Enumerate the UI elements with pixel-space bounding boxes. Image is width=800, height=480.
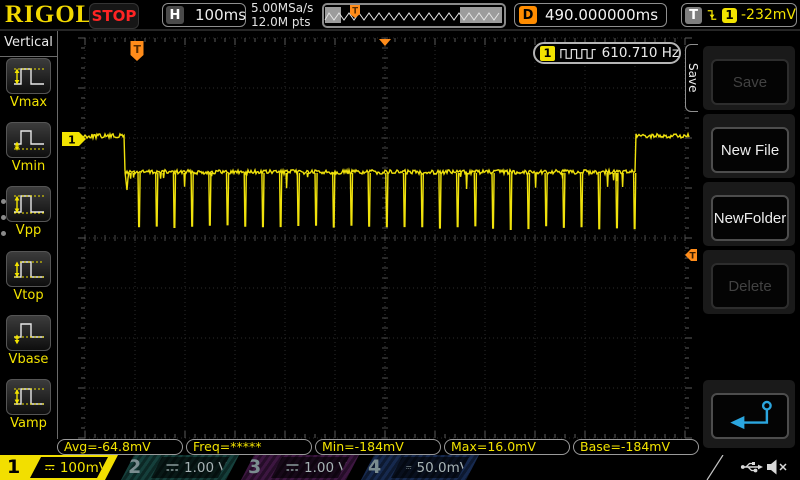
vamp-icon [6, 379, 51, 415]
menu-page-dot [1, 199, 6, 204]
top-status-bar: RIGOL STOP H 100ms 5.00MSa/s 12.0M pts T… [0, 0, 800, 31]
measure-item-label: Vtop [6, 288, 51, 303]
trigger-position-marker[interactable]: T [131, 41, 144, 61]
vmax-icon [6, 58, 51, 94]
svg-text:1: 1 [68, 134, 76, 147]
menu-page-dot [1, 231, 6, 236]
status-icons [697, 455, 800, 480]
vmin-icon [6, 122, 51, 158]
run-state-indicator: STOP [89, 3, 139, 29]
svg-text:T: T [134, 43, 142, 56]
save-soft-menu: Save Save New File NewFolder Delete [697, 31, 800, 439]
speaker-muted-icon [767, 460, 786, 475]
measure-item-label: Vmax [6, 95, 51, 110]
measure-item-vamp[interactable]: Vamp [6, 379, 51, 431]
vtop-icon [6, 251, 51, 287]
trigger-badge: T [685, 7, 702, 24]
preview-strip: T [324, 5, 504, 25]
falling-edge-icon [706, 6, 718, 24]
measurement-base: Base=-184mV [573, 439, 699, 455]
measure-item-label: Vamp [6, 416, 51, 431]
channel-3-tab[interactable]: 3 1.00 V [241, 455, 360, 480]
channel-scale-box: 1.00 V [271, 457, 349, 478]
ch1-level-marker[interactable]: 1 [62, 132, 86, 147]
measure-item-label: Vbase [6, 352, 51, 367]
dc-coupling-icon [166, 463, 179, 472]
trigger-level-value: -232mV [741, 7, 796, 23]
horizontal-center-indicator[interactable] [379, 39, 391, 46]
measure-item-vbase[interactable]: Vbase [6, 315, 51, 367]
measure-item-label: Vmin [6, 159, 51, 174]
channel-4-tab[interactable]: 4 50.0mV [361, 455, 480, 480]
delay-badge: D [519, 6, 537, 24]
dc-coupling-icon [406, 463, 412, 472]
channel-1-tab[interactable]: 1 100mV [0, 455, 119, 480]
new-folder-button[interactable]: NewFolder [711, 195, 789, 241]
channel-scale: 1.00 V [184, 460, 228, 476]
oscilloscope-screen: RIGOL STOP H 100ms 5.00MSa/s 12.0M pts T… [0, 0, 800, 480]
horizontal-timebase-box[interactable]: H 100ms [162, 3, 246, 27]
channel-scale-box: 50.0mV [391, 457, 469, 478]
vbase-icon [6, 315, 51, 351]
timebase-value: 100ms [195, 6, 246, 24]
memory-depth: 12.0M pts [251, 16, 313, 30]
left-measure-menu: Vertical Vmax Vmin [0, 31, 58, 439]
new-file-button[interactable]: New File [711, 127, 789, 173]
measure-menu-title: Vertical [0, 31, 57, 57]
svg-text:T: T [690, 252, 697, 262]
divider-slash [707, 455, 723, 480]
vpp-icon [6, 186, 51, 222]
channel-scale-box: 100mV [30, 457, 108, 478]
return-arrow-icon [720, 397, 780, 435]
channel-number: 3 [248, 455, 261, 480]
channel-scale-box: 1.00 V [151, 457, 229, 478]
delay-box[interactable]: D 490.000000ms [514, 3, 667, 27]
scope-display: 1 T T [60, 31, 697, 455]
channel-scale: 1.00 V [304, 460, 348, 476]
rigol-logo: RIGOL [5, 1, 93, 29]
measure-item-vtop[interactable]: Vtop [6, 251, 51, 303]
back-button[interactable] [711, 393, 789, 439]
dc-coupling-icon [45, 463, 55, 472]
acquisition-info: 5.00MSa/s 12.0M pts [251, 2, 313, 29]
trigger-status-box[interactable]: T 1 -232mV [681, 3, 797, 27]
horizontal-badge: H [166, 6, 184, 24]
sample-rate: 5.00MSa/s [251, 2, 313, 16]
measurement-max: Max=16.0mV [444, 439, 570, 455]
measure-item-vmax[interactable]: Vmax [6, 58, 51, 110]
measure-item-label: Vpp [6, 223, 51, 238]
trigger-level-marker[interactable]: T [685, 249, 697, 262]
menu-tab-save: Save [685, 44, 698, 112]
channel-2-tab[interactable]: 2 1.00 V [121, 455, 240, 480]
channel-number: 4 [368, 455, 381, 480]
measure-item-vpp[interactable]: Vpp [6, 186, 51, 238]
channel-scale: 50.0mV [417, 460, 469, 476]
dc-coupling-icon [286, 463, 299, 472]
save-button[interactable]: Save [711, 59, 789, 105]
delete-button[interactable]: Delete [711, 263, 789, 309]
graticule [78, 38, 692, 438]
measure-item-vmin[interactable]: Vmin [6, 122, 51, 174]
preview-trigger-letter: T [352, 6, 358, 16]
channel-number: 2 [128, 455, 141, 480]
channel-number: 1 [7, 455, 20, 480]
frequency-counter: 1 610.710 Hz [533, 42, 681, 64]
freq-counter-channel-badge: 1 [540, 46, 555, 61]
channel-status-bar: 1 100mV 2 1.00 V 3 [0, 455, 800, 480]
trigger-source-badge: 1 [722, 8, 737, 23]
measurement-min: Min=-184mV [315, 439, 441, 455]
usb-icon [741, 462, 763, 472]
menu-page-dot [1, 215, 6, 220]
freq-counter-value: 610.710 Hz [602, 45, 679, 61]
measurement-avg: Avg=-64.8mV [57, 439, 183, 455]
channel-scale: 100mV [60, 460, 108, 476]
measurement-freq: Freq=***** [186, 439, 312, 455]
delay-value: 490.000000ms [545, 6, 658, 24]
square-wave-icon [560, 47, 597, 60]
waveform-position-preview[interactable]: T [322, 3, 506, 28]
